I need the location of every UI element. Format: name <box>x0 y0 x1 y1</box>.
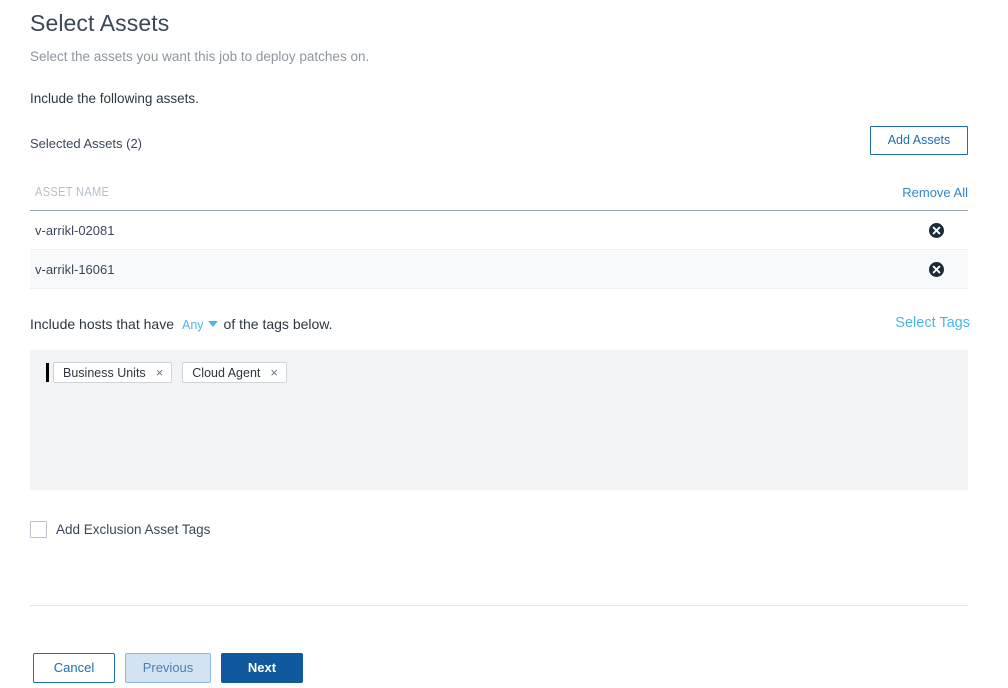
remove-circle-icon[interactable] <box>929 261 944 277</box>
close-icon[interactable]: × <box>270 366 278 379</box>
selected-assets-table: ASSET NAME Remove All v-arrikl-02081 v-a… <box>30 180 968 289</box>
footer-actions: Cancel Previous Next <box>33 653 303 683</box>
page-subtitle: Select the assets you want this job to d… <box>30 49 370 64</box>
close-icon[interactable]: × <box>156 366 164 379</box>
include-assets-label: Include the following assets. <box>30 91 199 106</box>
asset-name-cell: v-arrikl-16061 <box>35 261 115 277</box>
tag-chip-list: Business Units × Cloud Agent × <box>46 362 968 383</box>
tags-match-sentence: Include hosts that have Any of the tags … <box>30 316 333 332</box>
table-row: v-arrikl-02081 <box>30 211 968 250</box>
add-assets-button[interactable]: Add Assets <box>870 126 968 155</box>
table-header-row: ASSET NAME Remove All <box>30 180 968 211</box>
previous-button[interactable]: Previous <box>125 653 211 683</box>
tag-chip[interactable]: Business Units × <box>53 362 173 383</box>
next-button[interactable]: Next <box>221 653 303 683</box>
tags-sentence-prefix: Include hosts that have <box>30 316 174 332</box>
chevron-down-icon <box>207 321 218 327</box>
tags-panel[interactable]: Business Units × Cloud Agent × <box>30 350 968 490</box>
selected-assets-count: Selected Assets (2) <box>30 136 142 151</box>
asset-name-cell: v-arrikl-02081 <box>35 222 115 238</box>
tag-chip-label: Cloud Agent <box>192 365 261 380</box>
text-caret <box>46 363 49 382</box>
cancel-button[interactable]: Cancel <box>33 653 115 683</box>
footer-divider <box>30 605 968 606</box>
add-exclusion-asset-tags-label: Add Exclusion Asset Tags <box>56 522 211 537</box>
table-row: v-arrikl-16061 <box>30 250 968 289</box>
select-assets-page: Select Assets Select the assets you want… <box>0 0 1008 688</box>
page-title: Select Assets <box>30 10 170 36</box>
column-header-asset-name: ASSET NAME <box>35 185 110 199</box>
tag-chip[interactable]: Cloud Agent × <box>182 362 287 383</box>
remove-circle-icon[interactable] <box>929 222 944 238</box>
remove-all-link[interactable]: Remove All <box>902 185 968 200</box>
exclusion-tags-row: Add Exclusion Asset Tags <box>30 521 210 538</box>
add-exclusion-asset-tags-checkbox[interactable] <box>30 521 47 538</box>
tag-match-mode-value: Any <box>182 318 204 332</box>
tag-chip-label: Business Units <box>63 365 146 380</box>
tags-sentence-suffix: of the tags below. <box>223 316 333 332</box>
tag-match-mode-dropdown[interactable]: Any <box>182 318 218 332</box>
select-tags-link[interactable]: Select Tags <box>895 315 970 331</box>
